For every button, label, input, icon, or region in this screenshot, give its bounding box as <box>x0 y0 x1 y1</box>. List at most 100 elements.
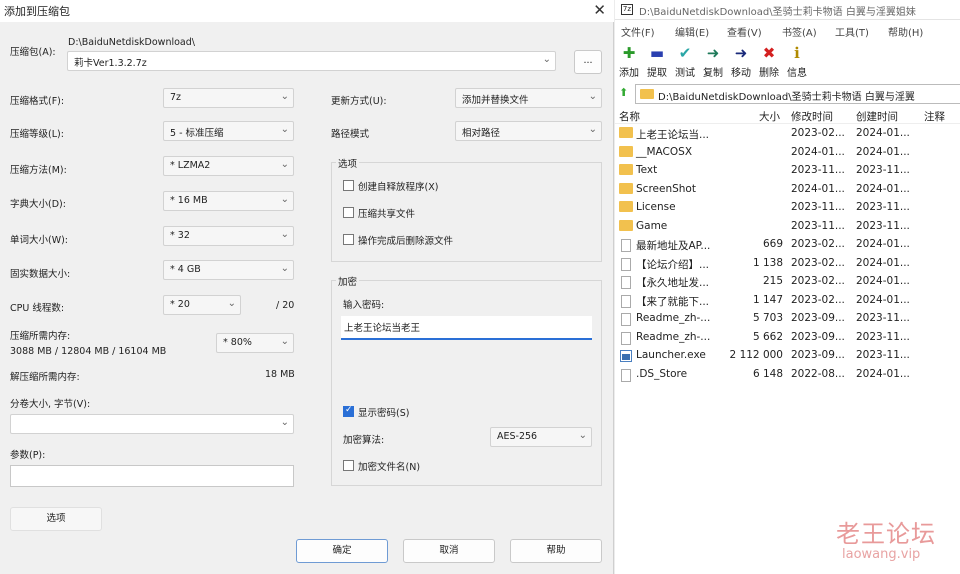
cell-name: Readme_zh-... <box>636 312 711 324</box>
toolbar-button-label: 删除 <box>759 68 779 79</box>
menu-item[interactable]: 查看(V) <box>727 24 762 39</box>
level-select[interactable]: 5 - 标准压缩 ⌄ <box>163 121 294 141</box>
toolbar-button-label: 测试 <box>675 68 695 79</box>
toolbar-button-label: 移动 <box>731 68 751 79</box>
browse-button[interactable]: ... <box>574 50 602 74</box>
format-select[interactable]: 7z ⌄ <box>163 88 294 108</box>
address-input[interactable]: D:\BaiduNetdiskDownload\圣骑士莉卡物语 白翼与淫翼 <box>635 84 960 104</box>
app-icon: 7z <box>621 4 633 15</box>
cell-created: 2024-01... <box>856 256 910 269</box>
memory-percent-select[interactable]: * 80% ⌄ <box>216 333 294 353</box>
cpu-threads-select[interactable]: * 20 ⌄ <box>163 295 241 315</box>
menu-item[interactable]: 文件(F) <box>621 24 655 39</box>
parameters-input[interactable] <box>10 465 294 487</box>
add-to-archive-dialog: 添加到压缩包 ✕ 压缩包(A): D:\BaiduNetdiskDownload… <box>0 0 614 574</box>
format-label: 压缩格式(F): <box>10 96 65 107</box>
folder-icon <box>640 89 654 99</box>
cell-created: 2023-11... <box>856 312 910 324</box>
chevron-down-icon: ⌄ <box>280 91 289 102</box>
toolbar-button[interactable]: ℹ 信息 <box>783 42 811 82</box>
level-label: 压缩等级(L): <box>10 129 64 140</box>
encryption-method-select[interactable]: AES-256 ⌄ <box>490 427 592 447</box>
table-row[interactable]: Text 2023-11... 2023-11... <box>615 163 960 181</box>
cell-modified: 2024-01... <box>791 182 845 195</box>
toolbar-button[interactable]: ▬ 提取 <box>643 42 671 82</box>
column-comment[interactable]: 注释 <box>924 109 945 124</box>
file-icon <box>621 294 631 308</box>
cell-modified: 2023-11... <box>791 219 845 232</box>
toolbar-button[interactable]: ➜ 复制 <box>699 42 727 82</box>
toolbar-button-label: 添加 <box>619 68 639 79</box>
cell-size: 669 <box>762 238 783 250</box>
table-row[interactable]: __MACOSX 2024-01... 2024-01... <box>615 145 960 163</box>
update-mode-select[interactable]: 添加并替换文件 ⌄ <box>455 88 602 108</box>
ok-button[interactable]: 确定 <box>296 539 388 563</box>
help-button[interactable]: 帮助 <box>510 539 602 563</box>
delete-x-icon: ✖ <box>762 44 776 62</box>
cell-size: 1 147 <box>752 293 783 306</box>
compress-shared-checkbox[interactable] <box>343 207 354 218</box>
toolbar-button[interactable]: ✔ 测试 <box>671 42 699 82</box>
cell-modified: 2023-11... <box>791 164 845 176</box>
table-row[interactable]: ScreenShot 2024-01... 2024-01... <box>615 182 960 200</box>
method-select[interactable]: * LZMA2 ⌄ <box>163 156 294 176</box>
menu-item[interactable]: 书签(A) <box>782 24 817 39</box>
menu-item[interactable]: 帮助(H) <box>888 24 923 39</box>
options-group-title: 选项 <box>336 156 360 170</box>
decompress-memory-label: 解压缩所需内存: <box>10 372 80 383</box>
toolbar-button-label: 复制 <box>703 68 723 79</box>
table-row[interactable]: Readme_zh-... 5 662 2023-09... 2023-11... <box>615 330 960 348</box>
cell-size: 5 703 <box>752 312 783 324</box>
cell-created: 2024-01... <box>856 275 910 287</box>
path-mode-select[interactable]: 相对路径 ⌄ <box>455 121 602 141</box>
show-password-checkbox[interactable] <box>343 405 354 417</box>
table-row[interactable]: Game 2023-11... 2023-11... <box>615 219 960 237</box>
column-header: 名称 大小 修改时间 创建时间 注释 <box>615 108 960 124</box>
chevron-down-icon: ⌄ <box>280 336 289 347</box>
address-bar: ⬆ D:\BaiduNetdiskDownload\圣骑士莉卡物语 白翼与淫翼 <box>615 84 960 104</box>
dictionary-select[interactable]: * 16 MB ⌄ <box>163 191 294 211</box>
chevron-down-icon: ⌄ <box>542 54 551 65</box>
table-row[interactable]: 【来了就能下... 1 147 2023-02... 2024-01... <box>615 293 960 311</box>
table-row[interactable]: Launcher.exe 2 112 000 2023-09... 2023-11..… <box>615 348 960 366</box>
cell-name: 【永久地址发... <box>636 277 710 289</box>
create-sfx-checkbox[interactable] <box>343 180 354 191</box>
up-arrow-icon[interactable]: ⬆ <box>619 86 628 99</box>
delete-after-checkbox[interactable] <box>343 234 354 245</box>
folder-icon <box>619 164 633 175</box>
solid-size-select[interactable]: * 4 GB ⌄ <box>163 260 294 280</box>
options-button[interactable]: 选项 <box>10 507 102 531</box>
cell-modified: 2023-02... <box>791 275 845 287</box>
toolbar-button[interactable]: ✚ 添加 <box>615 42 643 82</box>
close-icon[interactable]: ✕ <box>593 1 606 19</box>
table-row[interactable]: 【论坛介绍】... 1 138 2023-02... 2024-01... <box>615 256 960 274</box>
menu-item[interactable]: 编辑(E) <box>675 24 709 39</box>
cancel-button[interactable]: 取消 <box>403 539 495 563</box>
encrypt-names-checkbox[interactable] <box>343 460 354 471</box>
password-input[interactable]: 上老王论坛当老王 <box>341 316 592 340</box>
table-row[interactable]: 【永久地址发... 215 2023-02... 2024-01... <box>615 274 960 292</box>
archive-name-combo[interactable]: 莉卡Ver1.3.2.7z ⌄ <box>67 51 556 71</box>
split-size-combo[interactable]: ⌄ <box>10 414 294 434</box>
menu-item[interactable]: 工具(T) <box>835 24 869 39</box>
column-created[interactable]: 创建时间 <box>856 109 898 124</box>
cell-name: 【来了就能下... <box>636 295 710 308</box>
table-row[interactable]: License 2023-11... 2023-11... <box>615 200 960 218</box>
word-size-select[interactable]: * 32 ⌄ <box>163 226 294 246</box>
parameters-label: 参数(P): <box>10 450 46 461</box>
column-size[interactable]: 大小 <box>759 109 780 124</box>
cell-created: 2024-01... <box>856 367 910 380</box>
table-row[interactable]: .DS_Store 6 148 2022-08... 2024-01... <box>615 367 960 385</box>
table-row[interactable]: 上老王论坛当... 2023-02... 2024-01... <box>615 126 960 144</box>
chevron-down-icon: ⌄ <box>280 263 289 274</box>
toolbar-button[interactable]: ✖ 删除 <box>755 42 783 82</box>
cpu-threads-value: * 20 <box>170 299 190 310</box>
column-modified[interactable]: 修改时间 <box>791 109 833 124</box>
toolbar-button[interactable]: ➜ 移动 <box>727 42 755 82</box>
dialog-title: 添加到压缩包 <box>4 5 70 18</box>
table-row[interactable]: Readme_zh-... 5 703 2023-09... 2023-11... <box>615 311 960 329</box>
table-row[interactable]: 最新地址及AP... 669 2023-02... 2024-01... <box>615 237 960 255</box>
column-name[interactable]: 名称 <box>619 109 640 124</box>
chevron-down-icon: ⌄ <box>280 124 289 135</box>
folder-icon <box>619 145 633 157</box>
